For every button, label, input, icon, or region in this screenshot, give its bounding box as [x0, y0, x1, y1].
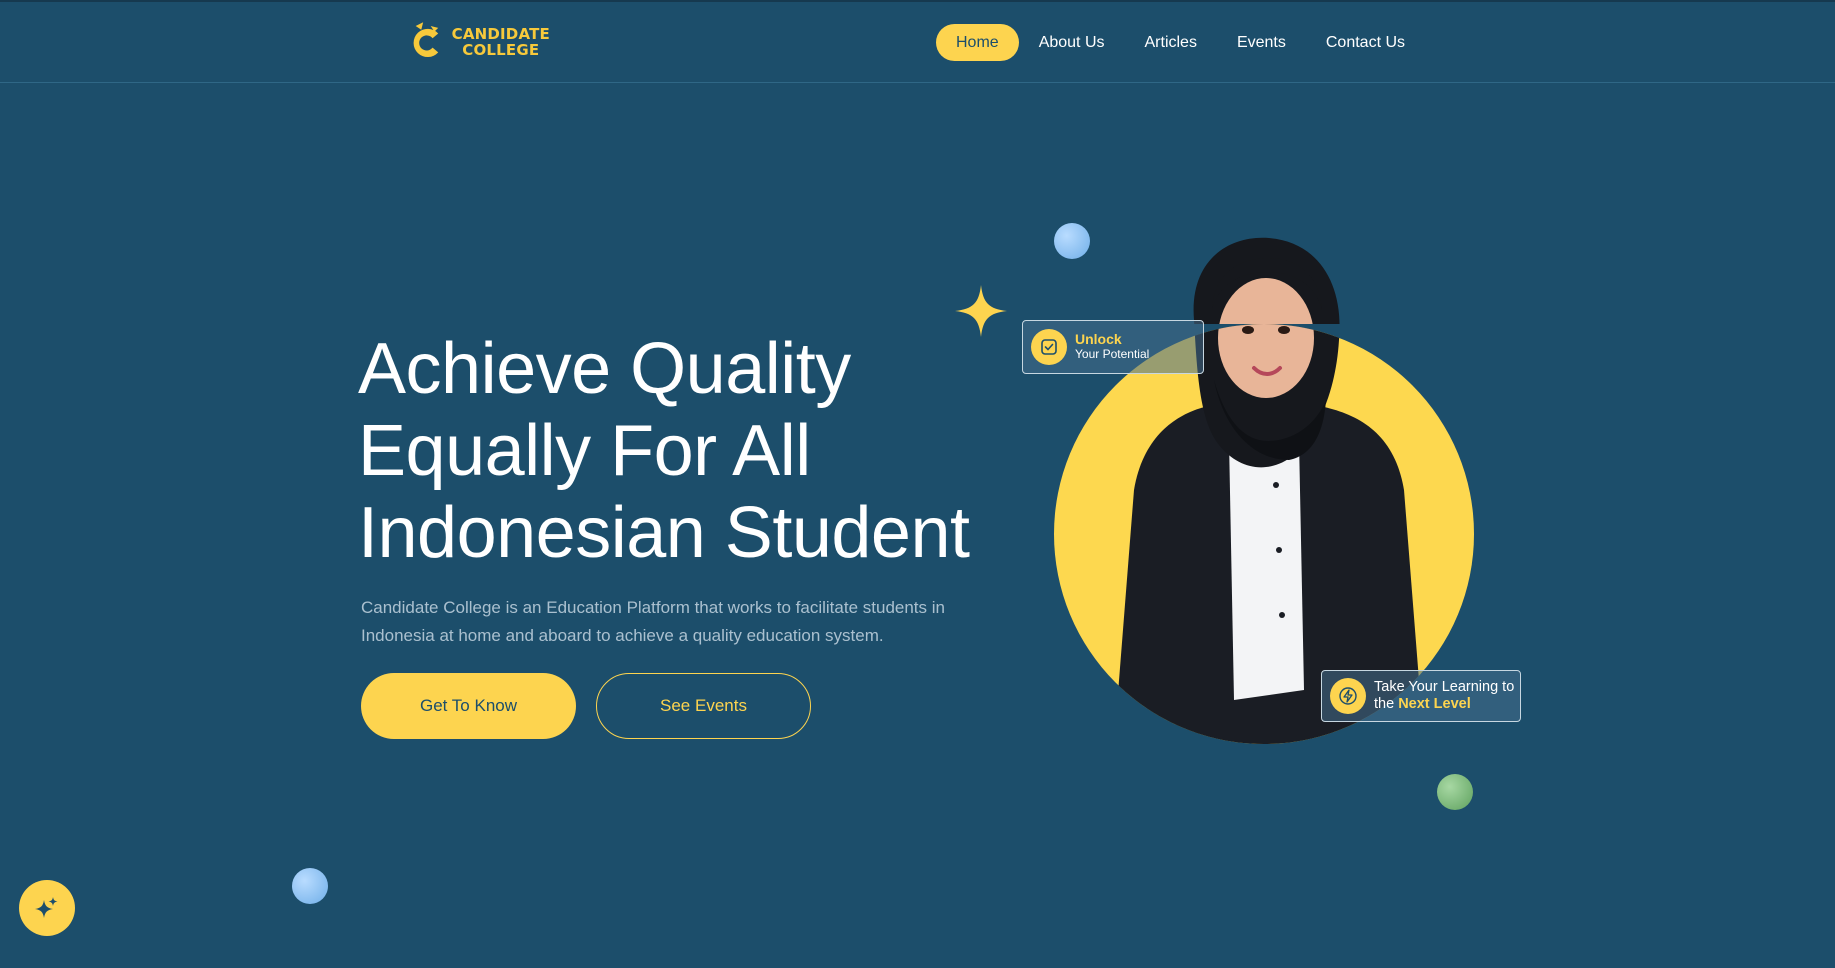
- logo[interactable]: CANDIDATE COLLEGE: [410, 19, 550, 65]
- next-level-line-2: the Next Level: [1374, 696, 1514, 713]
- next-level-prefix: the: [1374, 696, 1399, 712]
- nav-home[interactable]: Home: [936, 24, 1019, 61]
- student-photo: [1114, 237, 1424, 744]
- next-level-line-1: Take Your Learning to: [1374, 679, 1515, 695]
- hero-title-line: Equally For All: [358, 411, 811, 491]
- sparkle-icon: [955, 285, 1007, 337]
- candidate-college-logo-icon: [413, 22, 439, 58]
- unlock-potential-badge: Unlock Your Potential: [1022, 320, 1204, 374]
- nav-articles[interactable]: Articles: [1125, 24, 1217, 61]
- nav-events[interactable]: Events: [1217, 24, 1306, 61]
- hero-description: Candidate College is an Education Platfo…: [361, 598, 945, 645]
- next-level-highlight: Next Level: [1398, 696, 1471, 712]
- next-level-badge: Take Your Learning to the Next Level: [1321, 670, 1521, 722]
- main-nav: Home About Us Articles Events Contact Us: [936, 24, 1425, 61]
- get-to-know-button[interactable]: Get To Know: [361, 673, 576, 739]
- hero-title: Achieve Quality Equally For All Indonesi…: [358, 328, 1038, 574]
- next-level-badge-text: Take Your Learning to the Next Level: [1374, 679, 1514, 713]
- hero-title-line: Indonesian Student: [358, 493, 970, 573]
- nav-about-us[interactable]: About Us: [1019, 24, 1125, 61]
- see-events-button[interactable]: See Events: [596, 673, 811, 739]
- check-square-icon: [1031, 329, 1067, 365]
- unlock-badge-subtitle: Your Potential: [1075, 347, 1150, 361]
- logo-line-2: COLLEGE: [462, 41, 540, 59]
- unlock-badge-text: Unlock Your Potential: [1075, 332, 1149, 362]
- nav-contact-us[interactable]: Contact Us: [1306, 24, 1425, 61]
- sparkles-fab-button[interactable]: [19, 880, 75, 936]
- logo-text: CANDIDATE COLLEGE: [452, 26, 550, 58]
- sparkles-icon: [35, 897, 58, 918]
- site-header: CANDIDATE COLLEGE Home About Us Articles…: [0, 0, 1835, 83]
- logo-line-1: CANDIDATE: [451, 25, 550, 43]
- unlock-badge-title: Unlock: [1075, 331, 1122, 347]
- decorative-dot: [292, 868, 328, 904]
- lightning-icon: [1330, 678, 1366, 714]
- decorative-dot: [1437, 774, 1473, 810]
- hero-title-line: Achieve Quality: [358, 329, 851, 409]
